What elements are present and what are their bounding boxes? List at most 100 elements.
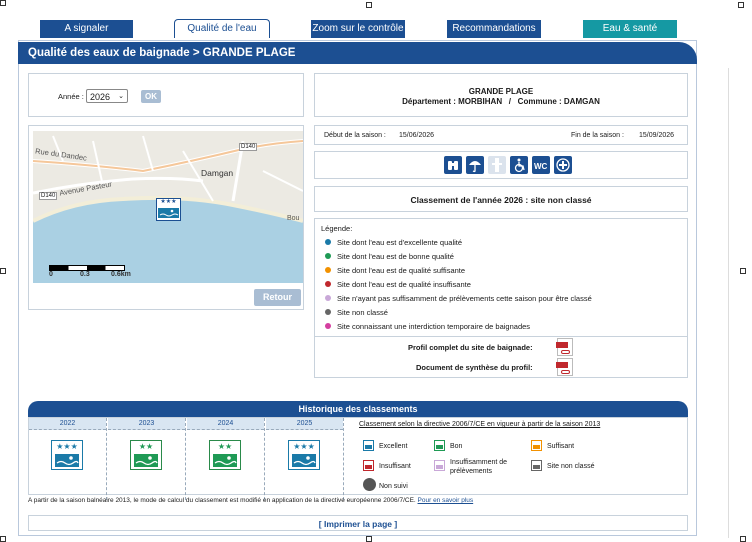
chevron-down-icon: ⌄: [118, 93, 124, 100]
selection-handle-mid-left[interactable]: [0, 268, 6, 274]
tab-recommandations[interactable]: Recommandations: [447, 20, 541, 38]
map-label-road2: D140: [39, 192, 58, 200]
quality-flag-icon: ★★: [209, 440, 241, 470]
selection-edge-right: [728, 68, 729, 538]
season-start-label: Début de la saison :: [324, 132, 386, 139]
pdf-icon[interactable]: [556, 338, 573, 356]
tab-zoom-controle[interactable]: Zoom sur le contrôle: [311, 20, 405, 38]
site-info-box: GRANDE PLAGE Département : MORBIHAN / Co…: [314, 73, 688, 117]
lifeguard-icon: [488, 156, 506, 174]
legend-item-interdiction: Site connaissant une interdiction tempor…: [325, 321, 530, 333]
quality-flag-icon: ★★: [130, 440, 162, 470]
profile-summary-label: Document de synthèse du profil:: [416, 363, 533, 372]
non-classe-icon: [531, 460, 542, 471]
legend-item-insuffisante: Site dont l'eau est de qualité insuffisa…: [325, 279, 471, 291]
legend-dot: [325, 239, 331, 246]
year-select-value: 2026: [90, 92, 111, 102]
season-end-value: 15/09/2026: [639, 132, 675, 139]
map-label-bou: Bou: [287, 215, 300, 222]
footnote-text: A partir de la saison balnéaire 2013, le…: [28, 497, 416, 504]
history-year-label: 2025: [266, 418, 343, 430]
print-box: [ Imprimer la page ]: [28, 515, 688, 531]
directive-title: Classement selon la directive 2006/7/CE …: [359, 421, 601, 428]
binoculars-icon: [444, 156, 462, 174]
history-year-label: 2022: [29, 418, 106, 430]
tab-eau-sante[interactable]: Eau & santé: [583, 20, 677, 38]
legend-item-non-classe: Site non classé: [325, 307, 388, 319]
quality-flag-icon: ★★★: [288, 440, 320, 470]
selection-handle-top-right[interactable]: [738, 2, 744, 8]
non-classe-label: Site non classé: [547, 463, 595, 470]
selection-handle-bottom-right[interactable]: [740, 536, 746, 542]
classement-text: Classement de l'année 2026 : site non cl…: [410, 195, 592, 205]
selection-handle-bottom-center[interactable]: [366, 536, 372, 542]
map-label-town: Damgan: [201, 168, 234, 178]
legend-title: Légende:: [321, 224, 353, 233]
history-year-2024: 2024 ★★: [187, 418, 265, 500]
wc-icon: WC: [532, 156, 550, 174]
non-suivi-icon: [363, 478, 376, 491]
retour-button[interactable]: Retour: [254, 289, 301, 306]
map-box: Rue du Dandec Avenue Pasteur Damgan D140…: [28, 125, 304, 310]
svg-text:WC: WC: [534, 162, 548, 171]
facilities-box: WC: [314, 151, 688, 179]
site-location: Département : MORBIHAN / Commune : DAMGA…: [402, 97, 600, 106]
profile-full-label: Profil complet du site de baignade:: [408, 343, 533, 352]
tab-qualite-eau[interactable]: Qualité de l'eau: [174, 19, 270, 38]
year-label: Année :: [58, 92, 84, 101]
scale-label-0: 0: [49, 271, 53, 278]
history-year-2025: 2025 ★★★: [266, 418, 344, 500]
legend-box: Légende: Site dont l'eau est d'excellent…: [314, 218, 688, 378]
quality-flag-icon: ★★★: [51, 440, 83, 470]
classement-box: Classement de l'année 2026 : site non cl…: [314, 186, 688, 212]
suffisant-icon: [531, 440, 542, 451]
learn-more-link[interactable]: Pour en savoir plus: [418, 497, 474, 504]
insufficient-samples-icon: [434, 460, 445, 471]
suffisant-label: Suffisant: [547, 443, 575, 450]
history-header: Historique des classements: [28, 401, 688, 417]
ok-button[interactable]: OK: [141, 90, 161, 103]
legend-item-suffisante: Site dont l'eau est de qualité suffisant…: [325, 265, 465, 277]
selection-handle-top-center[interactable]: [366, 2, 372, 8]
map-label-road1: D140: [239, 143, 258, 151]
selection-handle-mid-right[interactable]: [740, 268, 746, 274]
wheelchair-icon: [510, 156, 528, 174]
season-end-label: Fin de la saison :: [571, 132, 624, 139]
first-aid-icon: [554, 156, 572, 174]
non-suivi-label: Non suivi: [379, 483, 408, 490]
tab-a-signaler[interactable]: A signaler: [40, 20, 133, 38]
scale-label-03: 0.3: [80, 271, 90, 278]
legend-dot: [325, 323, 331, 330]
legend-item-excellent: Site dont l'eau est d'excellente qualité: [325, 237, 462, 249]
excellent-label: Excellent: [379, 443, 408, 450]
pdf-icon[interactable]: [556, 358, 573, 376]
legend-dot: [325, 253, 331, 260]
year-selector-box: Année : 2026 ⌄ OK: [28, 73, 304, 117]
history-footnote: A partir de la saison balnéaire 2013, le…: [28, 497, 473, 504]
selection-handle-bottom-left[interactable]: [0, 536, 6, 542]
insuffisant-label: Insuffisant: [379, 463, 411, 470]
history-year-2023: 2023 ★★: [108, 418, 186, 500]
season-box: Début de la saison : 15/06/2026 Fin de l…: [314, 125, 688, 145]
insuffisant-icon: [363, 460, 374, 471]
bon-icon: [434, 440, 445, 451]
history-year-label: 2023: [108, 418, 185, 430]
season-start-value: 15/06/2026: [399, 132, 435, 139]
parasol-icon: [466, 156, 484, 174]
legend-dot: [325, 295, 331, 302]
legend-dot: [325, 267, 331, 274]
insufficient-samples-label: Insuffisamment de prélèvements: [450, 459, 508, 475]
legend-item-prelevements: Site n'ayant pas suffisamment de prélève…: [325, 293, 592, 305]
site-name: GRANDE PLAGE: [468, 87, 534, 96]
legend-divider: [315, 336, 687, 337]
excellent-icon: [363, 440, 374, 451]
history-box: 2022 ★★★ 2023 ★★ 2024 ★★ 2025 ★★★ Classe…: [28, 417, 688, 500]
year-select[interactable]: 2026 ⌄: [86, 89, 128, 103]
legend-dot: [325, 281, 331, 288]
selection-handle-top-left[interactable]: [0, 0, 6, 6]
history-year-2022: 2022 ★★★: [29, 418, 107, 500]
beach-marker-icon[interactable]: ★★★: [156, 198, 181, 221]
print-link[interactable]: [ Imprimer la page ]: [29, 519, 687, 529]
scale-label-06: 0.6km: [111, 271, 131, 278]
legend-dot: [325, 309, 331, 316]
